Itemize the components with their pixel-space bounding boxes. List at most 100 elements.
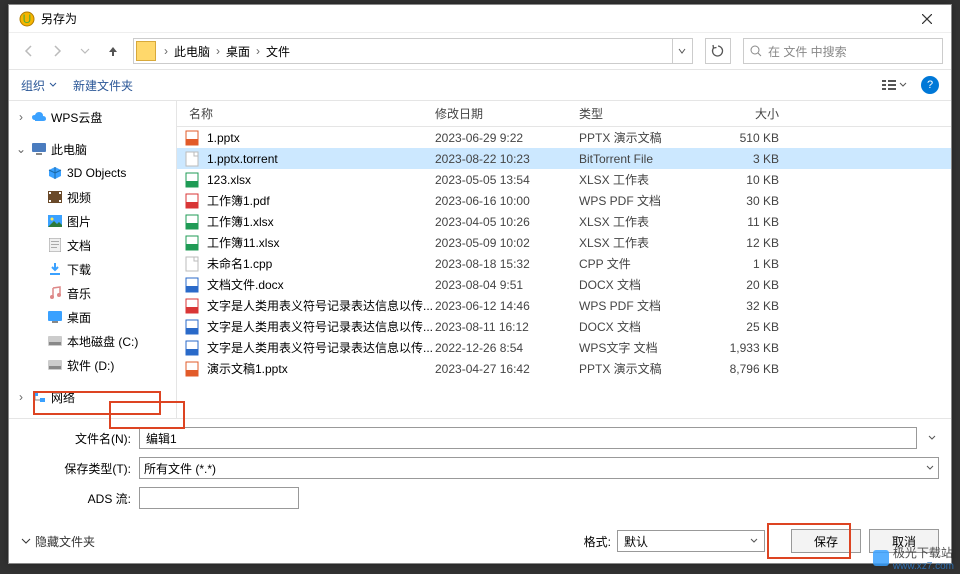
chevron-right-icon[interactable]: › — [15, 110, 27, 124]
help-button[interactable]: ? — [921, 76, 939, 94]
file-list[interactable]: 1.pptx2023-06-29 9:22PPTX 演示文稿510 KB1.pp… — [177, 127, 951, 418]
body: ›WPS云盘 ⌄此电脑 3D Objects 视频 图片 文档 下载 音乐 桌面… — [9, 101, 951, 418]
sidebar-item-network[interactable]: ›网络 — [9, 385, 176, 409]
file-date: 2022-12-26 8:54 — [435, 341, 579, 355]
sidebar-item-localc[interactable]: 本地磁盘 (C:) — [9, 329, 176, 353]
filename-label: 文件名(N): — [21, 430, 131, 447]
file-type: WPS文字 文档 — [579, 339, 699, 356]
new-folder-button[interactable]: 新建文件夹 — [73, 77, 133, 94]
file-row[interactable]: 文字是人类用表义符号记录表达信息以传...2023-06-12 14:46WPS… — [177, 295, 951, 316]
organize-menu[interactable]: 组织 — [21, 77, 57, 94]
window-title: 另存为 — [41, 10, 77, 27]
file-name: 工作簿1.pdf — [207, 192, 435, 209]
file-row[interactable]: 123.xlsx2023-05-05 13:54XLSX 工作表10 KB — [177, 169, 951, 190]
ads-label: ADS 流: — [21, 490, 131, 507]
file-type: WPS PDF 文档 — [579, 192, 699, 209]
sidebar-item-music[interactable]: 音乐 — [9, 281, 176, 305]
filename-input[interactable] — [139, 427, 917, 449]
breadcrumb[interactable]: › 此电脑 › 桌面 › 文件 — [133, 38, 693, 64]
format-select[interactable]: 默认 — [617, 530, 765, 552]
save-button[interactable]: 保存 — [791, 529, 861, 553]
close-button[interactable] — [907, 5, 947, 33]
file-icon — [185, 193, 201, 209]
file-date: 2023-06-29 9:22 — [435, 131, 579, 145]
file-size: 30 KB — [699, 194, 799, 208]
cloud-icon — [31, 109, 47, 125]
watermark: 极光下载站 www.xz7.com — [873, 544, 954, 572]
breadcrumb-item[interactable]: 桌面 — [224, 43, 252, 60]
file-row[interactable]: 工作簿11.xlsx2023-05-09 10:02XLSX 工作表12 KB — [177, 232, 951, 253]
ads-input[interactable] — [139, 487, 299, 509]
hide-folders-toggle[interactable]: 隐藏文件夹 — [21, 533, 95, 550]
sidebar-item-desktop[interactable]: 桌面 — [9, 305, 176, 329]
chevron-right-icon[interactable]: › — [15, 390, 27, 404]
file-row[interactable]: 文档文件.docx2023-08-04 9:51DOCX 文档20 KB — [177, 274, 951, 295]
file-row[interactable]: 演示文稿1.pptx2023-04-27 16:42PPTX 演示文稿8,796… — [177, 358, 951, 379]
file-icon — [185, 340, 201, 356]
sidebar-item-pictures[interactable]: 图片 — [9, 209, 176, 233]
sidebar-item-thispc[interactable]: ⌄此电脑 — [9, 137, 176, 161]
sidebar-item-3dobjects[interactable]: 3D Objects — [9, 161, 176, 185]
column-size[interactable]: 大小 — [699, 105, 799, 122]
breadcrumb-dropdown[interactable] — [672, 39, 690, 63]
network-icon — [31, 389, 47, 405]
file-type: XLSX 工作表 — [579, 213, 699, 230]
file-name: 工作簿1.xlsx — [207, 213, 435, 230]
up-button[interactable] — [101, 39, 125, 63]
titlebar: U 另存为 — [9, 5, 951, 33]
refresh-button[interactable] — [705, 38, 731, 64]
file-type: PPTX 演示文稿 — [579, 129, 699, 146]
chevron-right-icon: › — [160, 44, 172, 58]
column-type[interactable]: 类型 — [579, 105, 699, 122]
bottom-panel: 文件名(N): 保存类型(T): 所有文件 (*.*) ADS 流: 隐藏文件夹… — [9, 418, 951, 563]
file-row[interactable]: 文字是人类用表义符号记录表达信息以传...2023-08-11 16:12DOC… — [177, 316, 951, 337]
file-date: 2023-08-04 9:51 — [435, 278, 579, 292]
breadcrumb-item[interactable]: 文件 — [264, 43, 292, 60]
file-type: XLSX 工作表 — [579, 234, 699, 251]
file-row[interactable]: 工作簿1.xlsx2023-04-05 10:26XLSX 工作表11 KB — [177, 211, 951, 232]
forward-button[interactable] — [45, 39, 69, 63]
file-date: 2023-04-27 16:42 — [435, 362, 579, 376]
savetype-select[interactable]: 所有文件 (*.*) — [139, 457, 939, 479]
recent-dropdown[interactable] — [73, 39, 97, 63]
file-name: 文字是人类用表义符号记录表达信息以传... — [207, 339, 435, 356]
view-options-button[interactable] — [881, 78, 907, 92]
chevron-down-icon[interactable]: ⌄ — [15, 142, 27, 156]
breadcrumb-item[interactable]: 此电脑 — [172, 43, 212, 60]
file-date: 2023-08-22 10:23 — [435, 152, 579, 166]
back-button[interactable] — [17, 39, 41, 63]
file-row[interactable]: 未命名1.cpp2023-08-18 15:32CPP 文件1 KB — [177, 253, 951, 274]
file-date: 2023-05-05 13:54 — [435, 173, 579, 187]
file-row[interactable]: 文字是人类用表义符号记录表达信息以传...2022-12-26 8:54WPS文… — [177, 337, 951, 358]
sidebar-item-wps[interactable]: ›WPS云盘 — [9, 105, 176, 129]
sidebar-item-downloads[interactable]: 下载 — [9, 257, 176, 281]
file-row[interactable]: 工作簿1.pdf2023-06-16 10:00WPS PDF 文档30 KB — [177, 190, 951, 211]
column-name[interactable]: 名称 — [177, 105, 435, 122]
sidebar-item-softd[interactable]: 软件 (D:) — [9, 353, 176, 377]
sidebar-item-video[interactable]: 视频 — [9, 185, 176, 209]
drive-icon — [47, 333, 63, 349]
file-type: PPTX 演示文稿 — [579, 360, 699, 377]
toolbar: 组织 新建文件夹 ? — [9, 69, 951, 101]
file-row[interactable]: 1.pptx2023-06-29 9:22PPTX 演示文稿510 KB — [177, 127, 951, 148]
file-type: XLSX 工作表 — [579, 171, 699, 188]
search-input[interactable]: 在 文件 中搜索 — [743, 38, 943, 64]
cube-icon — [47, 165, 63, 181]
file-row[interactable]: 1.pptx.torrent2023-08-22 10:23BitTorrent… — [177, 148, 951, 169]
file-date: 2023-05-09 10:02 — [435, 236, 579, 250]
file-name: 1.pptx — [207, 131, 435, 145]
column-date[interactable]: 修改日期 — [435, 105, 579, 122]
file-size: 1,933 KB — [699, 341, 799, 355]
file-icon — [185, 277, 201, 293]
download-icon — [47, 261, 63, 277]
navbar: › 此电脑 › 桌面 › 文件 在 文件 中搜索 — [9, 33, 951, 69]
desktop-icon — [47, 309, 63, 325]
filename-dropdown[interactable] — [925, 434, 939, 442]
file-size: 1 KB — [699, 257, 799, 271]
savetype-label: 保存类型(T): — [21, 460, 131, 477]
sidebar-item-documents[interactable]: 文档 — [9, 233, 176, 257]
file-icon — [185, 235, 201, 251]
file-name: 文档文件.docx — [207, 276, 435, 293]
format-label: 格式: — [584, 533, 611, 550]
file-size: 8,796 KB — [699, 362, 799, 376]
